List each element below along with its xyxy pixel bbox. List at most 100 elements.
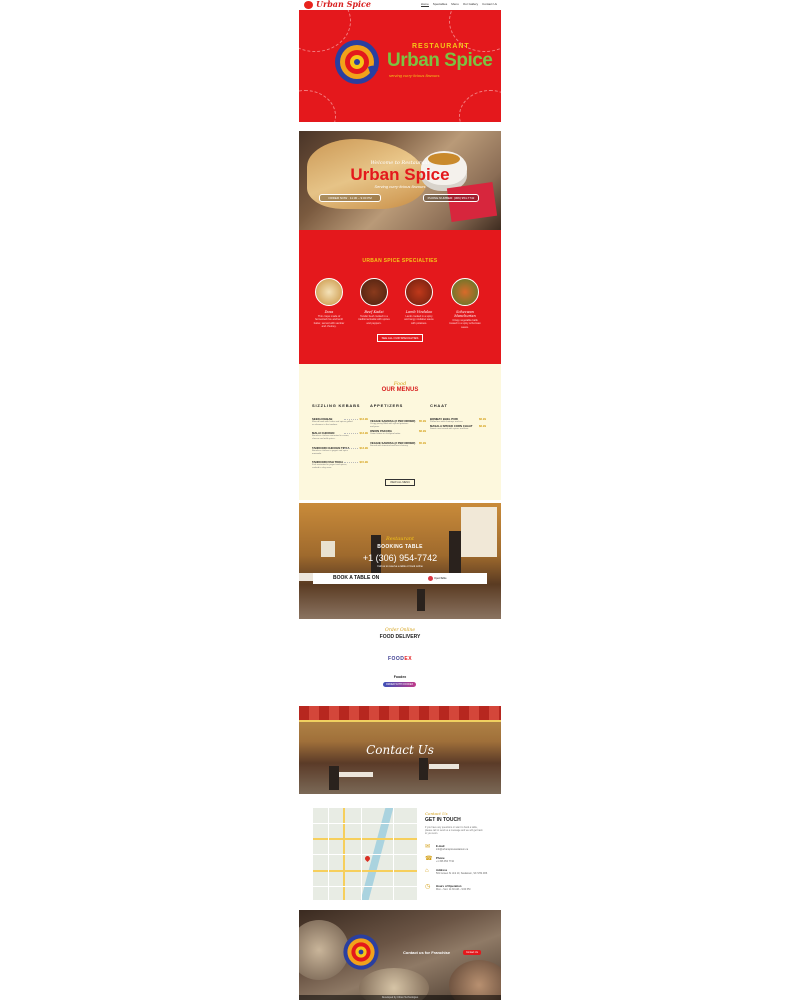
hours-pill-button[interactable]: ORDER NOW · 11:30 – 9:00 PM <box>319 194 381 202</box>
nav-links: Home Specialties Menu Our Gallery Contac… <box>420 2 497 7</box>
booking-phone[interactable]: +1 (306) 954-7742 <box>299 553 501 563</box>
phone-pill-button[interactable]: PHONE NUMBER: (306) 954-7742 <box>423 194 479 202</box>
menu-item: ONION PAKORA $6.99 Onion fritters in chi… <box>370 429 426 436</box>
logo-icon[interactable] <box>304 1 313 9</box>
peacock-logo-icon <box>343 934 379 970</box>
chair-image <box>329 766 339 790</box>
clock-icon: ◷ <box>425 884 431 890</box>
menu-item-description: Sweet corn tossed with spices and lime. <box>430 428 469 430</box>
menu-item-description: Onion fritters in chickpea batter. <box>370 433 401 435</box>
chair-image <box>417 589 425 611</box>
peacock-logo-icon <box>335 40 379 84</box>
dish-card[interactable]: Lamb Vindaloo Lamb cooked in a spicy and… <box>403 278 435 325</box>
menu-item-price: $5.99 <box>419 419 426 423</box>
ornament <box>459 90 501 122</box>
menu-item: VEGGIE SAMOSA (2 PER ORDER) $5.99 Crispy… <box>370 419 426 429</box>
menu-item-price: $6.99 <box>479 417 486 421</box>
menu-item: MASALA SPICED CORN CHAAT $6.99 Sweet cor… <box>430 424 486 431</box>
menu-item-price: $13.99 <box>359 431 368 435</box>
touch-title: GET IN TOUCH <box>425 817 461 823</box>
menu-item: BOMBAY BHEL PURI $6.99 Puffed rice with … <box>430 417 486 424</box>
menu-item: VEGGIE SAMOSA (2 PER ORDER) $5.99 Served… <box>370 441 426 448</box>
menu-item-price: $5.99 <box>419 441 426 445</box>
hero-brand: Urban Spice <box>387 50 493 71</box>
dish-description: Thin crepe made of fermented rice and le… <box>313 315 345 328</box>
booking-title: BOOKING TABLE <box>377 544 423 550</box>
nav-logo[interactable]: Urban Spice <box>316 0 371 9</box>
book-table-bar[interactable]: BOOK A TABLE ON OpenTable <box>313 573 487 584</box>
booking-note: Call us to reserve a table or book onlin… <box>377 565 423 568</box>
road <box>393 808 394 900</box>
franchise-contact-button[interactable]: Contact Us <box>463 950 481 955</box>
nav-link-menu[interactable]: Menu <box>451 2 459 7</box>
nav-link-contact[interactable]: Contact Us <box>482 2 497 7</box>
dish-card[interactable]: Dosa Thin crepe made of fermented rice a… <box>313 278 345 328</box>
dish-description: Tender beef cooked in a traditional kada… <box>358 315 390 325</box>
get-in-touch-section: Contact Us GET IN TOUCH If you have any … <box>299 794 501 910</box>
curtain-image <box>299 706 501 722</box>
hero-banner: RESTAURANT Urban Spice serving curry·lic… <box>299 10 501 122</box>
ornament <box>299 90 336 122</box>
dish-image <box>315 278 343 306</box>
contact-item-value[interactable]: +1 306 954 7742 <box>436 860 491 863</box>
menu-item-price: $13.99 <box>359 446 368 450</box>
foodex-logo-b: EX <box>404 656 413 662</box>
menu-item-dots <box>344 462 358 463</box>
contact-item-value: 501 Gowen St Unit 10, Saskatoon, SK S7M … <box>436 872 488 875</box>
menu-item-description: Boneless chicken in yogurt and spice mar… <box>312 450 348 455</box>
touch-text: If you have any questions or want to boo… <box>425 826 483 836</box>
dish-name: Beef Kadai <box>364 310 384 314</box>
photo-hero: Welcome to Restaurant Urban Spice Servin… <box>299 131 501 230</box>
road <box>361 808 362 900</box>
delivery-title: FOOD DELIVERY <box>379 634 421 640</box>
menu-item: MALAI CHICKEN $13.99 Boneless chicken ma… <box>312 431 368 441</box>
menu-column-heading: APPETIZERS <box>370 403 404 408</box>
opentable-button[interactable]: OpenTable <box>428 576 454 581</box>
hero-tagline: serving curry·licious flavours <box>389 73 440 78</box>
foodex-logo-a: FOOD <box>387 656 405 662</box>
location-map[interactable] <box>313 808 417 900</box>
specialties-title: URBAN SPICE SPECIALTIES <box>362 258 438 264</box>
contact-item-value[interactable]: info@urbanspicesaskatoon.ca <box>436 848 491 851</box>
dish-card[interactable]: Schezwan Manchurian Crispy vegetable bal… <box>449 278 481 329</box>
specialties-section: URBAN SPICE SPECIALTIES Dosa Thin crepe … <box>299 230 501 364</box>
menu-column-heading: CHAAT <box>430 403 448 408</box>
photo-brand: Urban Spice <box>350 165 450 184</box>
menu-item-description: Boneless chicken marinated in cream, che… <box>312 435 349 440</box>
contact-item-value: Mon – Sun: 11:30 AM – 9:00 PM <box>436 888 471 891</box>
dish-description: Lamb cooked in a spicy and tangy vindalo… <box>404 315 434 325</box>
delivery-partner-name: Foodex <box>393 675 407 679</box>
mail-icon: ✉ <box>425 844 431 850</box>
franchise-section: Contact us for Franchise Contact Us Deve… <box>299 910 501 1000</box>
menu-item: SEEKH KEBAB $13.99 Minced lamb with herb… <box>312 417 368 427</box>
menu-item-description: Minced lamb with herbs and spices grille… <box>312 421 353 426</box>
booking-section: Restaurant BOOKING TABLE +1 (306) 954-77… <box>299 503 501 619</box>
menu-item-description: Crispy pastry filled with spiced potatoe… <box>370 423 409 428</box>
nav-link-specialties[interactable]: Specialties <box>433 2 448 7</box>
order-foodex-button[interactable]: ORDER WITH FOODEX <box>383 682 416 687</box>
delivery-section: Order Online FOOD DELIVERY FOODEX Foodex… <box>299 619 501 706</box>
menu-item-description: Served with tamarind and mint chutney. <box>370 445 409 447</box>
menu-column-heading: SIZZLING KEBABS <box>312 403 361 408</box>
see-all-specialties-button[interactable]: SEE ALL OUR SPECIALTIES <box>377 334 423 342</box>
nav-link-home[interactable]: Home <box>420 2 429 7</box>
dish-image <box>451 278 479 306</box>
dish-name: Schezwan Manchurian <box>454 310 476 318</box>
table-image <box>429 764 459 769</box>
franchise-text: Contact us for Franchise <box>403 950 451 955</box>
menu-item-price: $6.99 <box>479 424 486 428</box>
phone-icon: ☎ <box>425 856 433 862</box>
foodex-logo[interactable]: FOODEX <box>299 656 501 662</box>
menus-section: Food OUR MENUS SIZZLING KEBABS APPETIZER… <box>299 364 501 500</box>
menu-item-price: $13.99 <box>359 417 368 421</box>
dish-card[interactable]: Beef Kadai Tender beef cooked in a tradi… <box>358 278 390 325</box>
nav-link-gallery[interactable]: Our Gallery <box>463 2 478 7</box>
view-all-menu-button[interactable]: VIEW ALL MENU <box>385 479 415 486</box>
contact-banner-title: Contact Us <box>366 743 434 757</box>
book-table-label: BOOK A TABLE ON <box>333 575 380 581</box>
dish-image <box>360 278 388 306</box>
booking-subtitle: Restaurant <box>385 536 415 542</box>
footer-credit[interactable]: Developed by Urban Technologies <box>299 995 501 1000</box>
menu-item-description: Fish marinated in yogurt and spices, coo… <box>312 464 348 469</box>
photo-tagline: Serving curry·licious flavours <box>374 184 426 189</box>
